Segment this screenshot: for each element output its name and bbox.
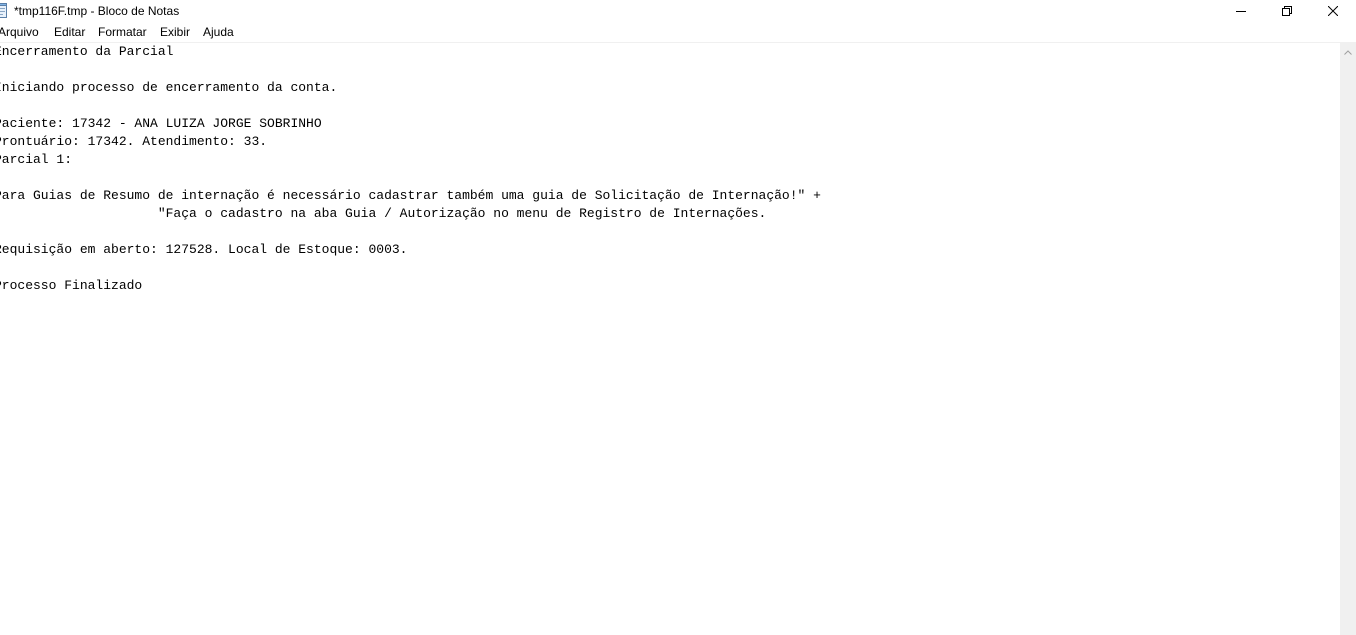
editor-content[interactable]: Encerramento da Parcial Iniciando proces… [0, 43, 821, 295]
menu-bar: Arquivo Editar Formatar Exibir Ajuda [0, 22, 1356, 43]
minimize-button[interactable] [1218, 0, 1264, 22]
close-icon [1328, 6, 1338, 16]
notepad-icon[interactable] [0, 3, 7, 18]
notepad-window: *tmp116F.tmp - Bloco de Notas Arquivo Ed… [0, 0, 1356, 635]
menu-editar[interactable]: Editar [54, 25, 85, 39]
window-title: *tmp116F.tmp - Bloco de Notas [14, 4, 180, 18]
restore-icon [1282, 6, 1292, 16]
minimize-icon [1236, 6, 1246, 16]
menu-ajuda[interactable]: Ajuda [203, 25, 234, 39]
scroll-track[interactable] [1340, 59, 1356, 635]
restore-button[interactable] [1264, 0, 1310, 22]
menu-exibir[interactable]: Exibir [160, 25, 190, 39]
close-button[interactable] [1310, 0, 1356, 22]
chevron-up-icon [1344, 42, 1352, 60]
vertical-scrollbar[interactable] [1340, 43, 1356, 635]
scroll-up-button[interactable] [1340, 43, 1356, 59]
text-editor[interactable]: Encerramento da Parcial Iniciando proces… [0, 43, 1340, 635]
menu-arquivo[interactable]: Arquivo [0, 25, 39, 39]
menu-formatar[interactable]: Formatar [98, 25, 147, 39]
title-bar[interactable]: *tmp116F.tmp - Bloco de Notas [0, 0, 1356, 22]
